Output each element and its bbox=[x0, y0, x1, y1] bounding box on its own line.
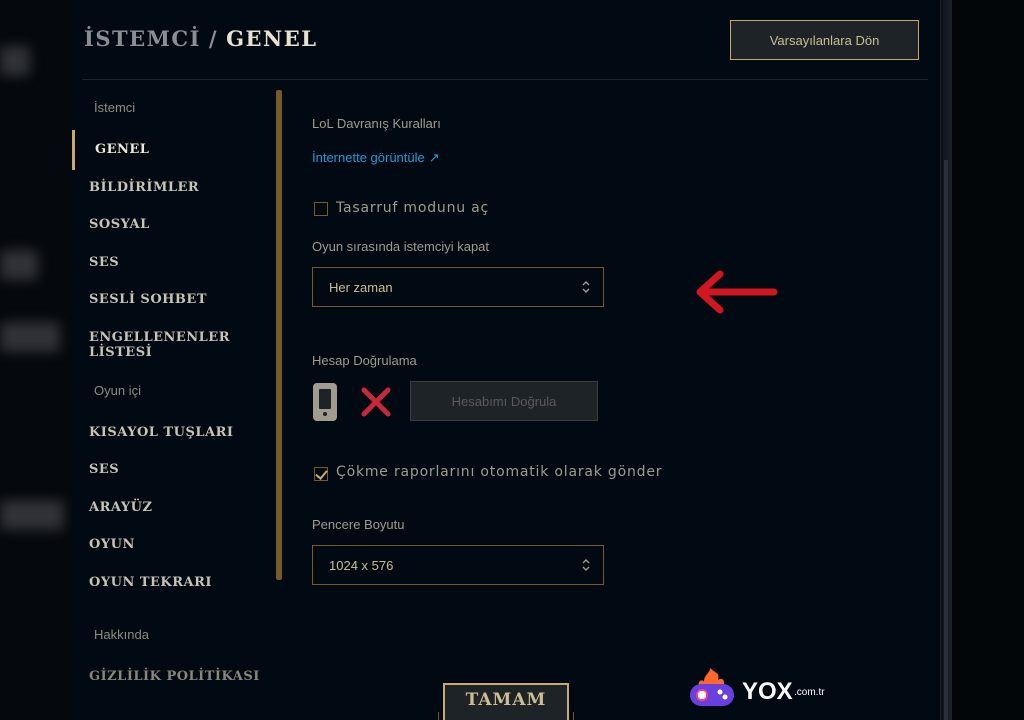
up-down-chevron-icon bbox=[582, 559, 590, 571]
ok-button[interactable]: TAMAM bbox=[443, 683, 569, 720]
breadcrumb-parent[interactable]: İSTEMCİ bbox=[84, 26, 201, 51]
sidebar-item-social[interactable]: SOSYAL bbox=[89, 217, 150, 232]
sidebar-section-client: İstemci bbox=[94, 100, 136, 115]
settings-panel: İSTEMCİ / GENEL Varsayılanlara Dön İstemci… bbox=[72, 0, 940, 720]
breadcrumb-current: GENEL bbox=[226, 26, 318, 51]
phone-icon bbox=[313, 383, 337, 421]
window-size-select[interactable]: 1024 x 576 bbox=[312, 545, 604, 585]
page-title: İSTEMCİ / GENEL bbox=[84, 26, 318, 51]
window-size-select-value: 1024 x 576 bbox=[329, 557, 394, 573]
window-size-label: Pencere Boyutu bbox=[312, 517, 405, 532]
active-item-marker bbox=[72, 130, 75, 170]
blurred-shape bbox=[0, 250, 38, 280]
eco-mode-label[interactable]: Tasarruf modunu aç bbox=[336, 200, 489, 216]
settings-content: LoL Davranış Kuralları İnternette görünt… bbox=[312, 80, 932, 720]
sidebar-item-general[interactable]: GENEL bbox=[95, 142, 149, 157]
blurred-shape bbox=[0, 500, 64, 530]
blurred-background-left bbox=[0, 0, 72, 720]
sidebar-item-game-sound[interactable]: SES bbox=[89, 462, 119, 477]
not-verified-x-icon bbox=[361, 387, 391, 417]
sidebar-item-sound[interactable]: SES bbox=[89, 255, 119, 270]
eco-mode-checkbox[interactable] bbox=[314, 202, 328, 216]
sidebar-item-block-list[interactable]: ENGELLENENLER LİSTESİ bbox=[89, 330, 282, 360]
close-client-label: Oyun sırasında istemciyi kapat bbox=[312, 239, 490, 254]
account-verify-label: Hesap Doğrulama bbox=[312, 353, 417, 368]
sidebar-item-voice-chat[interactable]: SESLİ SOHBET bbox=[89, 292, 207, 307]
close-client-select-value: Her zaman bbox=[329, 279, 393, 295]
blurred-shape bbox=[0, 322, 60, 352]
verify-account-button[interactable]: Hesabımı Doğrula bbox=[410, 381, 598, 421]
breadcrumb-separator: / bbox=[208, 26, 219, 51]
yox-logo-watermark: YOX .com.tr bbox=[690, 668, 825, 706]
sidebar-section-in-game: Oyun içi bbox=[94, 383, 141, 398]
up-down-chevron-icon bbox=[582, 281, 590, 293]
sidebar-item-game[interactable]: OYUN bbox=[89, 537, 135, 552]
settings-sidebar: İstemci GENEL BİLDİRİMLER SOSYAL SES SES… bbox=[72, 80, 282, 720]
sidebar-item-hotkeys[interactable]: KISAYOL TUŞLARI bbox=[89, 425, 234, 440]
watermark-brand: YOX bbox=[742, 678, 793, 705]
window-scrollbar[interactable] bbox=[944, 160, 948, 720]
external-link-icon: ↗ bbox=[428, 150, 440, 165]
sidebar-item-replays[interactable]: OYUN TEKRARI bbox=[89, 575, 212, 590]
conduct-label: LoL Davranış Kuralları bbox=[312, 116, 441, 131]
sidebar-item-interface[interactable]: ARAYÜZ bbox=[89, 500, 152, 515]
close-client-select[interactable]: Her zaman bbox=[312, 267, 604, 307]
watermark-suffix: .com.tr bbox=[794, 687, 825, 698]
red-annotation-arrow-icon bbox=[696, 270, 778, 314]
sidebar-section-about: Hakkında bbox=[94, 627, 149, 642]
view-online-link[interactable]: İnternette görüntüle ↗ bbox=[312, 150, 440, 166]
view-online-link-text[interactable]: İnternette görüntüle bbox=[312, 150, 425, 165]
reset-defaults-button[interactable]: Varsayılanlara Dön bbox=[730, 20, 919, 60]
sidebar-item-privacy-policy[interactable]: GİZLİLİK POLİTİKASI bbox=[89, 669, 260, 684]
crash-report-label[interactable]: Çökme raporlarını otomatik olarak gönder bbox=[336, 464, 662, 480]
blurred-background-right bbox=[940, 0, 1024, 720]
blurred-shape bbox=[0, 46, 30, 76]
sidebar-item-notifications[interactable]: BİLDİRİMLER bbox=[89, 180, 199, 195]
crash-report-checkbox[interactable] bbox=[314, 467, 328, 481]
